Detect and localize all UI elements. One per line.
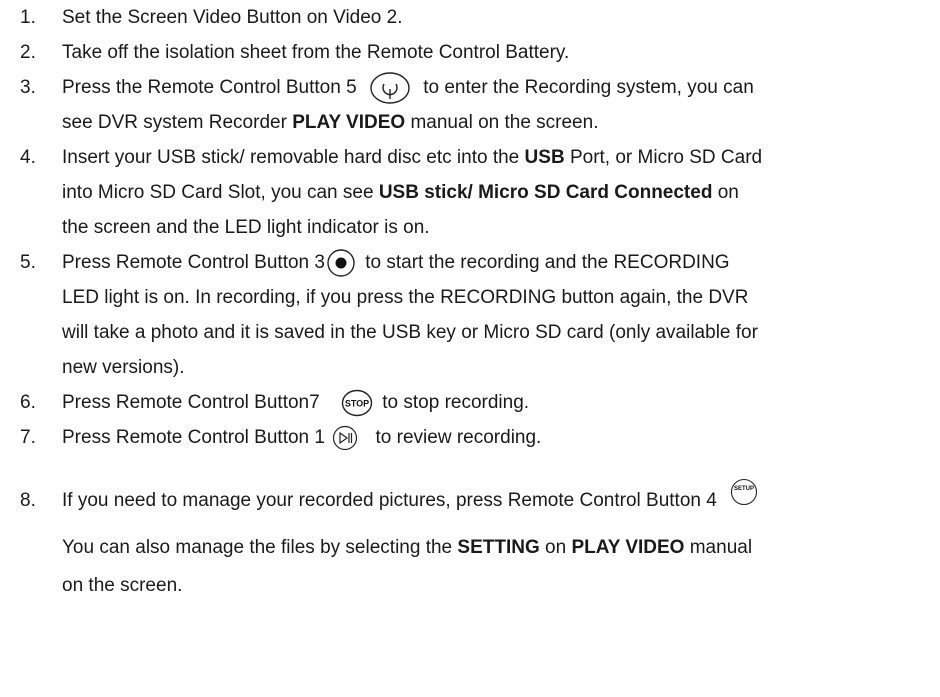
step-1: 1. Set the Screen Video Button on Video …: [20, 0, 920, 35]
step-text: Press Remote Control Button7: [62, 392, 320, 413]
step-4: 4. Insert your USB stick/ removable hard…: [20, 140, 920, 245]
step-text: You can also manage the files by selecti…: [62, 537, 453, 558]
step-number: 5.: [20, 252, 36, 273]
step-text: into Micro SD Card Slot, you can see: [62, 182, 374, 203]
step-number: 4.: [20, 147, 36, 168]
step-6: 6. Press Remote Control Button7 STOP to …: [20, 385, 920, 420]
record-button-icon: [326, 248, 356, 278]
step-text: Press Remote Control Button 3: [62, 252, 325, 273]
step-number: 1.: [20, 7, 36, 28]
play-pause-button-icon: [332, 425, 358, 451]
step-number: 8.: [20, 490, 36, 511]
step-text: Press the Remote Control Button 5: [62, 77, 357, 98]
step-line: If you need to manage your recorded pict…: [62, 478, 920, 521]
step-text: LED light is on. In recording, if you pr…: [62, 287, 749, 308]
step-text: see DVR system Recorder: [62, 112, 287, 133]
step-line: see DVR system Recorder PLAY VIDEO manua…: [62, 105, 920, 140]
step-number: 6.: [20, 392, 36, 413]
stop-button-icon: STOP: [341, 389, 373, 417]
bold-term: USB stick/ Micro SD Card Connected: [378, 182, 713, 203]
step-line: Press Remote Control Button 3 to start t…: [62, 245, 920, 280]
step-text: to stop recording.: [382, 392, 530, 413]
step-line: Press Remote Control Button7 STOP to sto…: [62, 385, 920, 420]
step-text: to review recording.: [375, 427, 542, 448]
bold-term: SETTING: [457, 537, 540, 558]
step-text: the screen and the LED light indicator i…: [62, 217, 430, 238]
step-text: Port, or Micro SD Card: [569, 147, 763, 168]
bold-term: USB: [524, 147, 565, 168]
step-line: You can also manage the files by selecti…: [62, 527, 920, 568]
step-number: 2.: [20, 42, 36, 63]
step-text: manual on the screen.: [410, 112, 599, 133]
step-text: If you need to manage your recorded pict…: [62, 490, 717, 511]
bold-term: PLAY VIDEO: [292, 112, 406, 133]
step-text: manual: [689, 537, 753, 558]
step-text: Insert your USB stick/ removable hard di…: [62, 147, 520, 168]
step-text: Set the Screen Video Button on Video 2.: [62, 7, 403, 28]
step-3: 3. Press the Remote Control Button 5 to …: [20, 70, 920, 140]
setup-button-icon: SETUP: [730, 478, 758, 506]
step-text: Press Remote Control Button 1: [62, 427, 325, 448]
instruction-page: 1. Set the Screen Video Button on Video …: [0, 0, 940, 697]
step-text: on: [545, 537, 567, 558]
step-text: will take a photo and it is saved in the…: [62, 322, 758, 343]
step-text: to start the recording and the RECORDING: [365, 252, 730, 273]
step-line: Press the Remote Control Button 5 to ent…: [62, 70, 920, 105]
step-5: 5. Press Remote Control Button 3 to star…: [20, 245, 920, 385]
step-text: on the screen.: [62, 575, 183, 596]
step-8: 8. If you need to manage your recorded p…: [20, 478, 920, 603]
step-line: Insert your USB stick/ removable hard di…: [62, 140, 920, 175]
step-number: 3.: [20, 77, 36, 98]
step-line: into Micro SD Card Slot, you can see USB…: [62, 175, 920, 210]
step-text: to enter the Recording system, you can: [423, 77, 754, 98]
power-button-icon: [368, 72, 412, 104]
step-text: new versions).: [62, 357, 185, 378]
bold-term: PLAY VIDEO: [571, 537, 685, 558]
step-number: 7.: [20, 427, 36, 448]
setup-icon-label: SETUP: [734, 486, 754, 492]
step-7: 7. Press Remote Control Button 1 to revi…: [20, 420, 920, 455]
stop-icon-label: STOP: [345, 398, 369, 408]
step-line: Press Remote Control Button 1 to review …: [62, 420, 920, 455]
step-text: Take off the isolation sheet from the Re…: [62, 42, 570, 63]
step-text: on: [717, 182, 739, 203]
step-2: 2. Take off the isolation sheet from the…: [20, 35, 920, 70]
